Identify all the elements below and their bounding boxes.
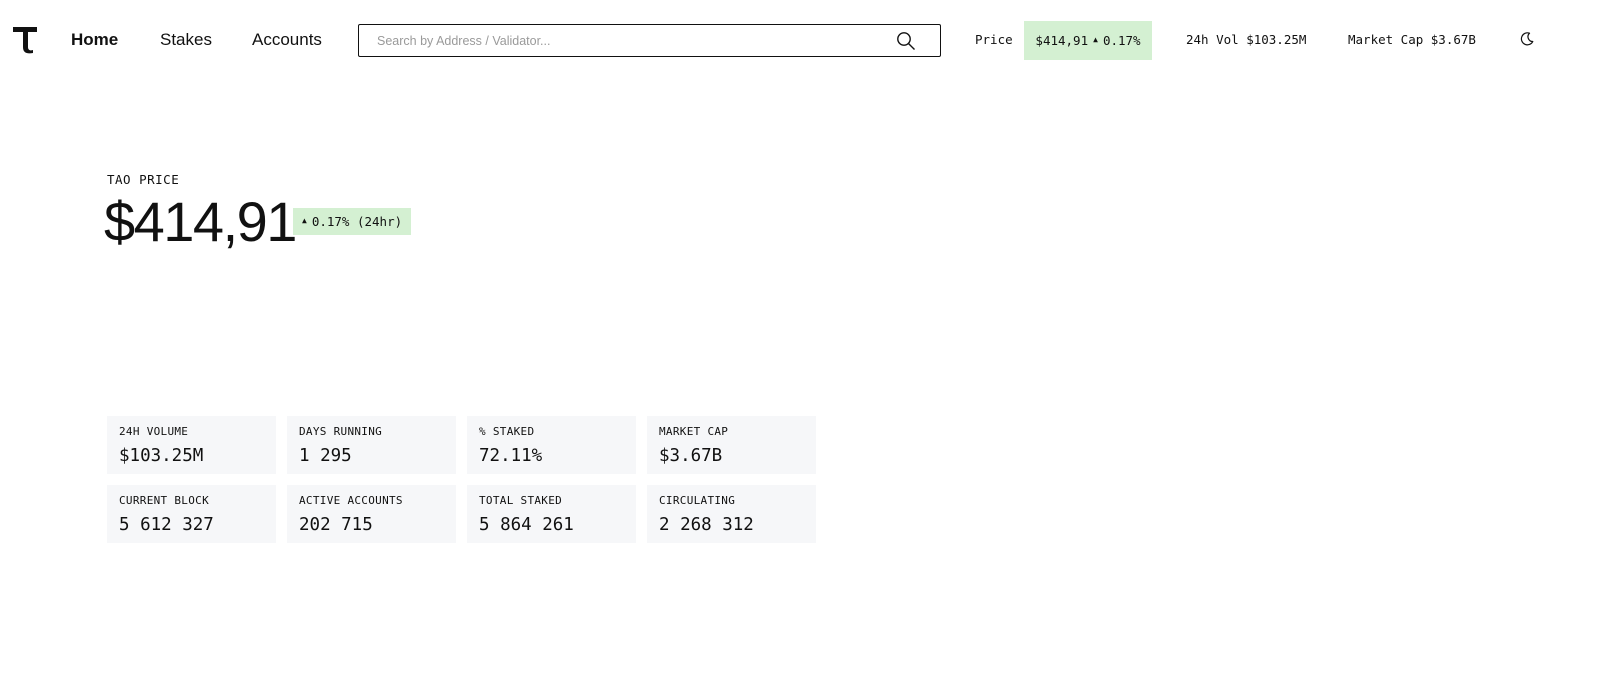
ticker-price-change: 0.17%: [1102, 33, 1141, 48]
stat-label: CURRENT BLOCK: [119, 494, 209, 507]
caret-up-icon: ▲: [1093, 34, 1098, 44]
stat-card-market-cap: MARKET CAP $3.67B: [647, 416, 816, 474]
nav-stakes-link[interactable]: Stakes: [160, 30, 212, 50]
stat-label: CIRCULATING: [659, 494, 736, 507]
stat-card-24h-volume: 24H VOLUME $103.25M: [107, 416, 276, 474]
stat-value: 72.11%: [479, 446, 543, 466]
nav-home-link[interactable]: Home: [71, 30, 118, 50]
caret-up-icon: ▲: [302, 215, 307, 225]
stat-card-percent-staked: % STAKED 72.11%: [467, 416, 636, 474]
stat-value: 5 864 261: [479, 515, 574, 535]
stat-label: ACTIVE ACCOUNTS: [299, 494, 403, 507]
ticker-volume: 24h Vol $103.25M: [1186, 32, 1307, 47]
nav-accounts-link[interactable]: Accounts: [252, 30, 322, 50]
search-icon[interactable]: [896, 31, 916, 51]
search-input[interactable]: [377, 32, 877, 50]
stat-label: % STAKED: [479, 425, 535, 438]
hero-price: $414,91: [104, 190, 297, 253]
stat-value: $3.67B: [659, 446, 723, 466]
stats-grid: 24H VOLUME $103.25M DAYS RUNNING 1 295 %…: [107, 416, 817, 543]
stat-value: 1 295: [299, 446, 352, 466]
ticker-price-value: $414,91: [1035, 33, 1089, 48]
top-header: Home Stakes Accounts Price $414,91 ▲ 0.1…: [0, 0, 1600, 80]
moon-icon[interactable]: [1519, 31, 1535, 47]
stat-card-days-running: DAYS RUNNING 1 295: [287, 416, 456, 474]
stat-value: 2 268 312: [659, 515, 754, 535]
stat-value: $103.25M: [119, 446, 204, 466]
stat-card-circulating: CIRCULATING 2 268 312: [647, 485, 816, 543]
ticker-price-badge: $414,91 ▲ 0.17%: [1024, 21, 1152, 60]
stat-label: DAYS RUNNING: [299, 425, 383, 438]
stat-value: 5 612 327: [119, 515, 214, 535]
stat-card-active-accounts: ACTIVE ACCOUNTS 202 715: [287, 485, 456, 543]
stat-label: TOTAL STAKED: [479, 494, 563, 507]
tao-logo-icon[interactable]: [12, 26, 38, 54]
search-box: [358, 24, 941, 57]
hero-change-value: 0.17% (24hr): [311, 214, 403, 229]
ticker-price-label: Price: [975, 32, 1013, 47]
hero-change-badge: ▲ 0.17% (24hr): [293, 208, 412, 235]
stat-label: 24H VOLUME: [119, 425, 189, 438]
hero-label: TAO PRICE: [107, 172, 180, 187]
stat-card-total-staked: TOTAL STAKED 5 864 261: [467, 485, 636, 543]
stat-card-current-block: CURRENT BLOCK 5 612 327: [107, 485, 276, 543]
ticker-market-cap: Market Cap $3.67B: [1348, 32, 1476, 47]
stat-value: 202 715: [299, 515, 373, 535]
stat-label: MARKET CAP: [659, 425, 729, 438]
